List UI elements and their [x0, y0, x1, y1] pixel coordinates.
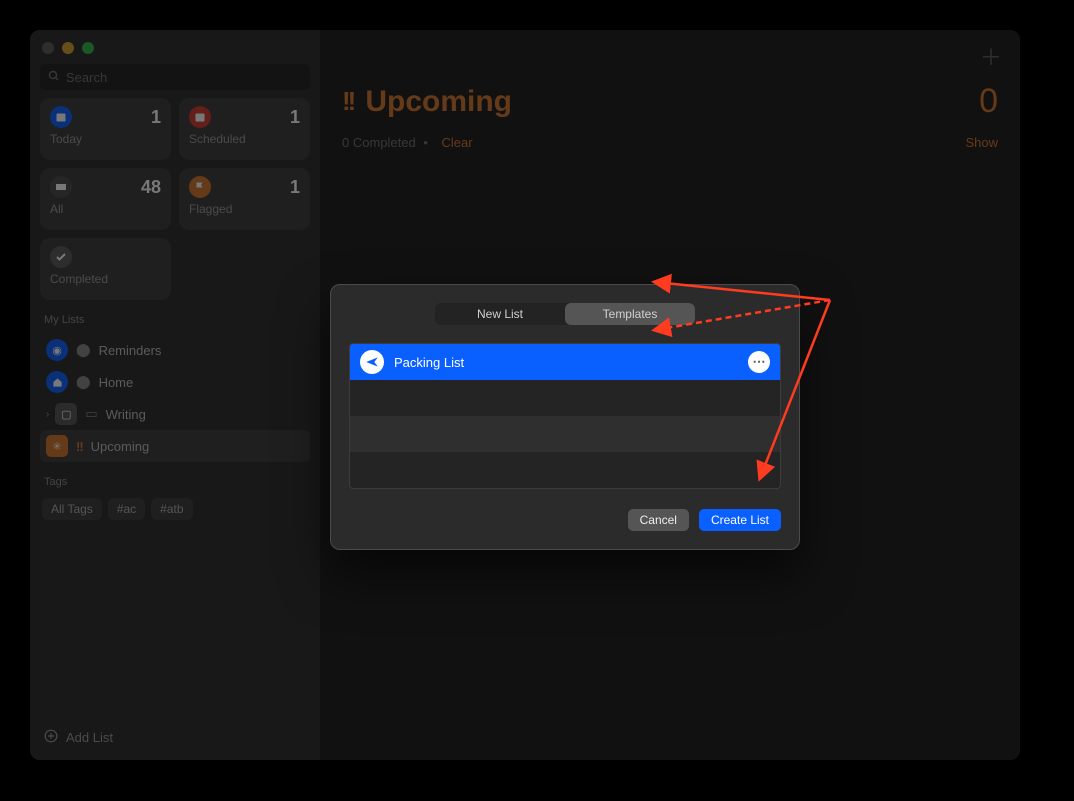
create-list-button[interactable]: Create List — [699, 509, 781, 531]
templates-list: Packing List ⋯ — [349, 343, 781, 489]
template-row-label: Packing List — [394, 355, 464, 370]
tab-new-list[interactable]: New List — [435, 303, 565, 325]
template-row-packing-list[interactable]: Packing List ⋯ — [350, 344, 780, 380]
more-icon[interactable]: ⋯ — [748, 351, 770, 373]
tab-templates[interactable]: Templates — [565, 303, 695, 325]
template-row-empty — [350, 416, 780, 452]
cancel-button[interactable]: Cancel — [628, 509, 689, 531]
airplane-icon — [360, 350, 384, 374]
modal-segmented-control: New List Templates — [435, 303, 695, 325]
template-row-empty — [350, 452, 780, 488]
template-row-empty — [350, 380, 780, 416]
app-window: Search 1 Today — [30, 30, 1020, 760]
new-list-modal: New List Templates Packing List ⋯ Cancel… — [330, 284, 800, 550]
